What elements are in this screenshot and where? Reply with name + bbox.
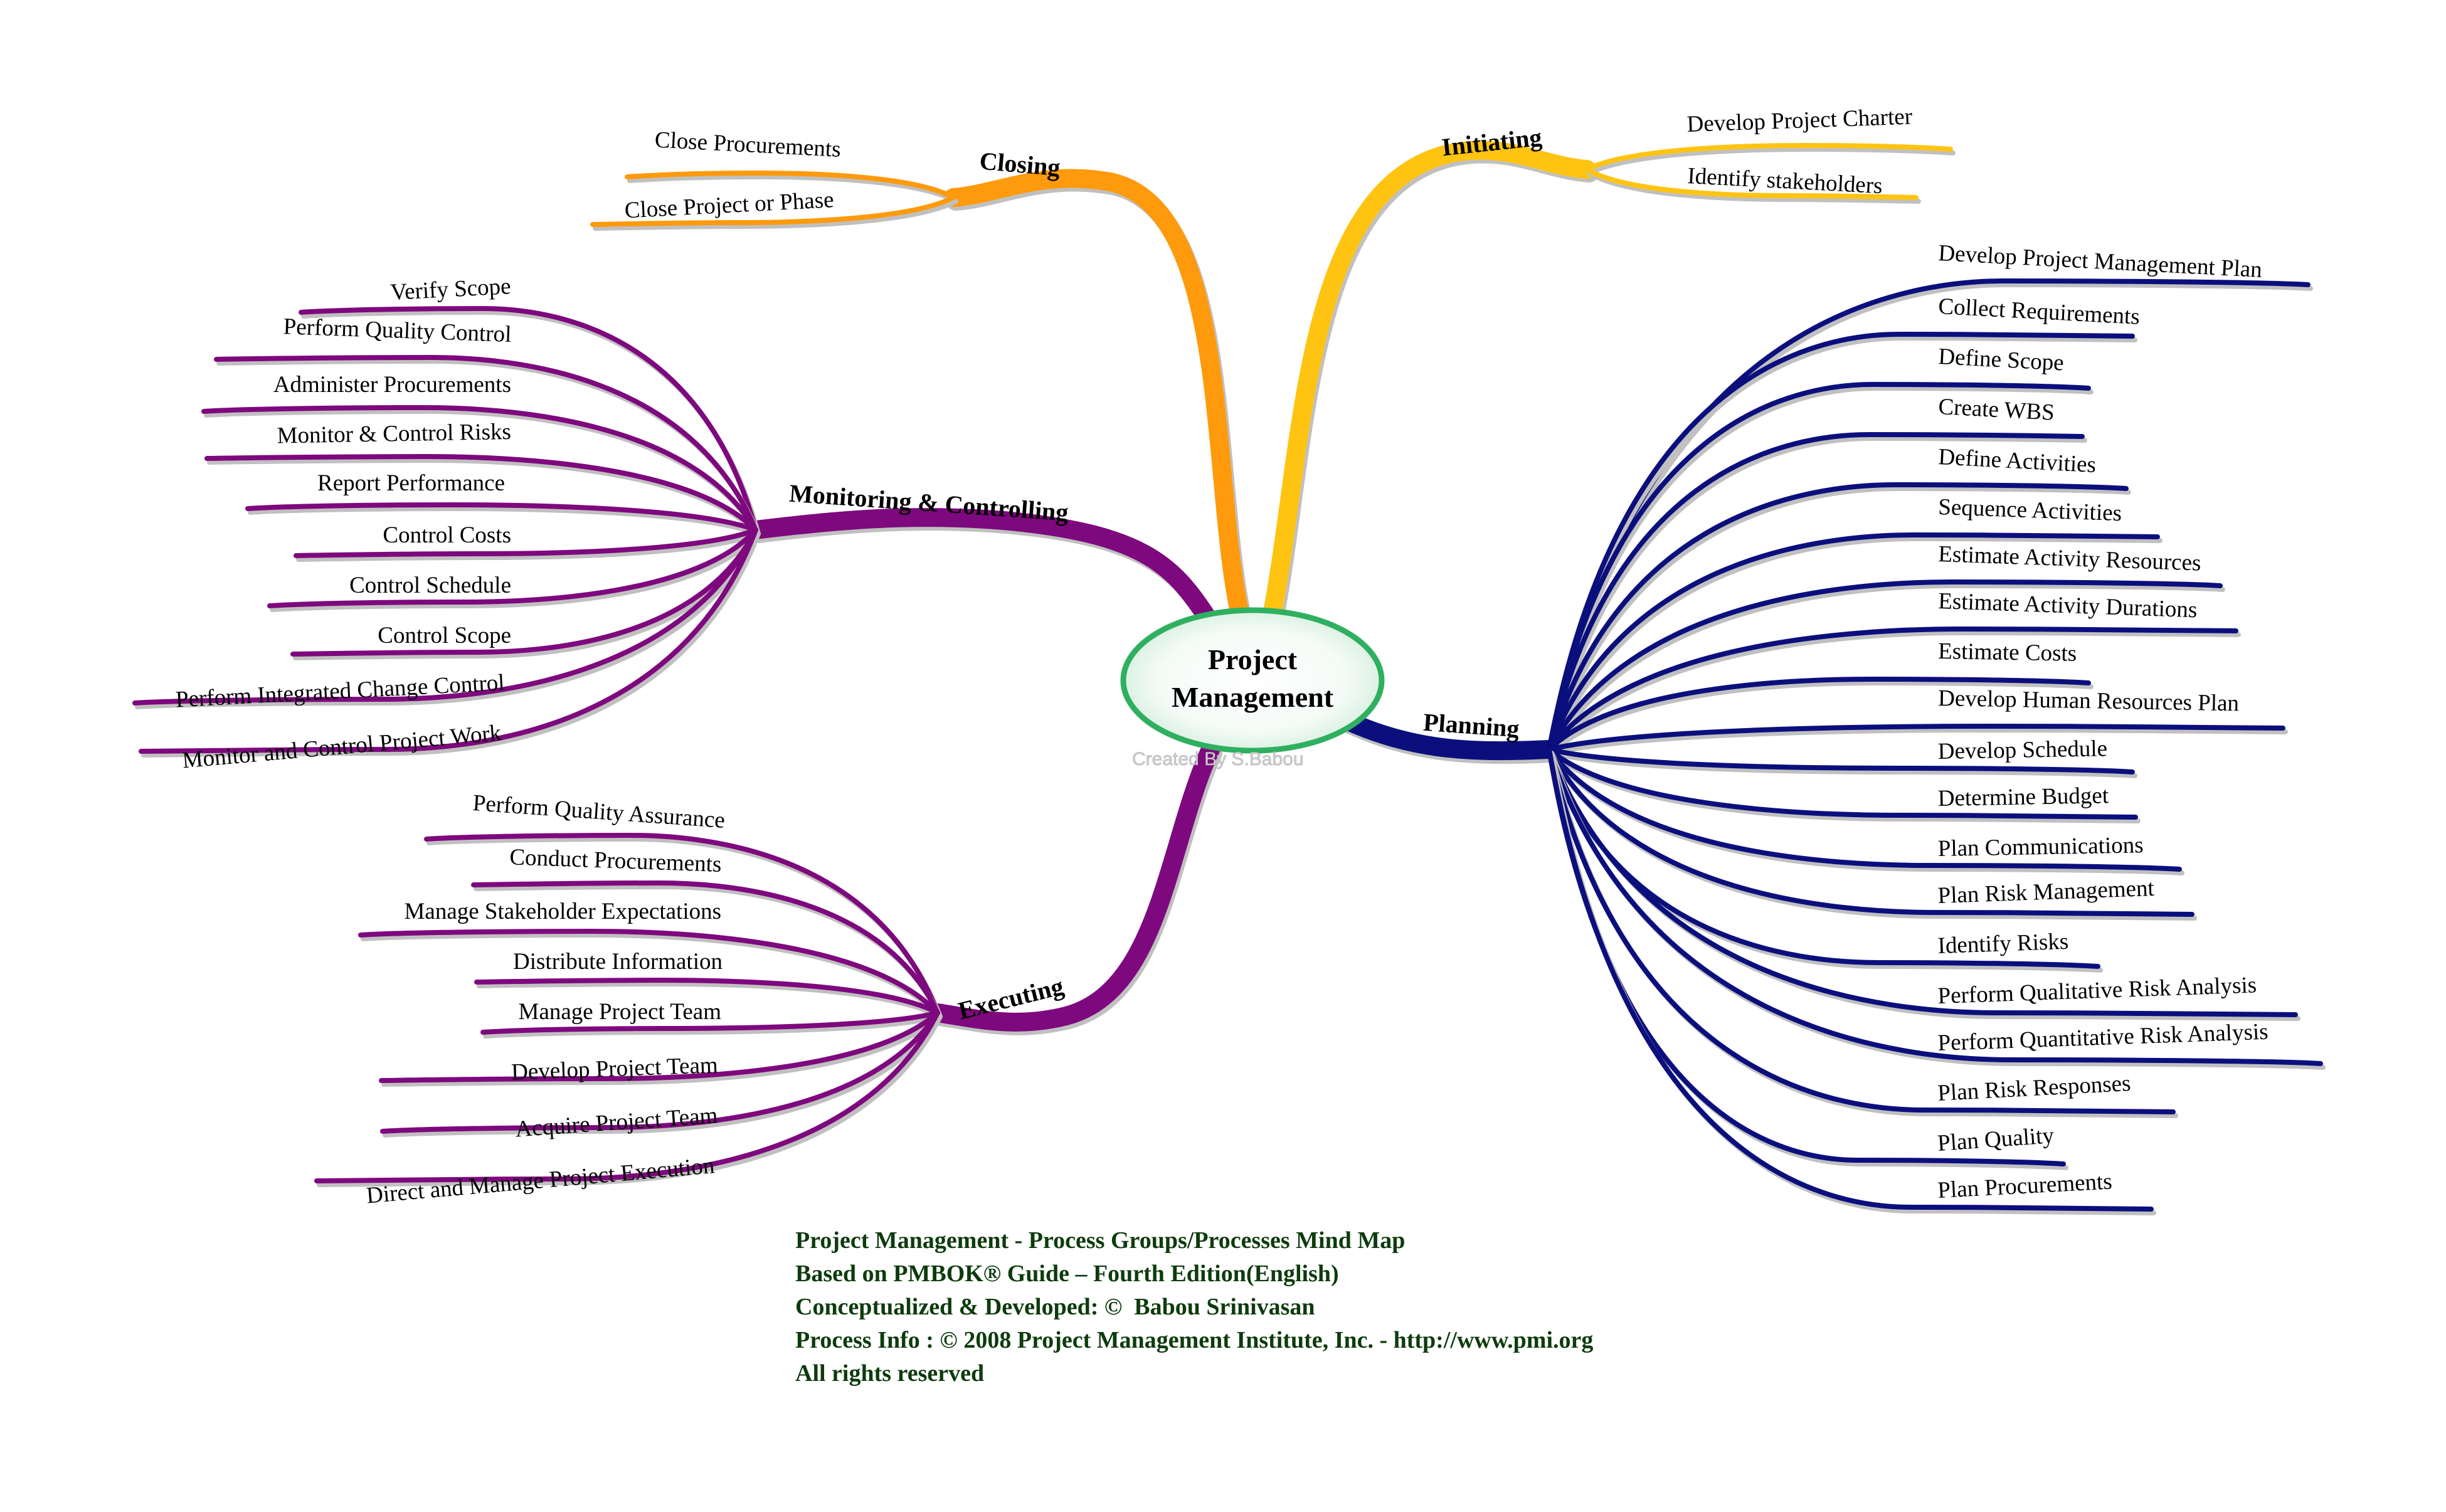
process-planning-item[interactable]: Plan Risk Responses xyxy=(1937,1071,2131,1106)
branch-label-closing[interactable]: Closing xyxy=(978,147,1061,182)
process-executing-item[interactable]: Conduct Procurements xyxy=(509,844,722,877)
process-executing-item[interactable]: Distribute Information xyxy=(513,949,723,975)
process-closing-item[interactable]: Close Procurements xyxy=(654,127,842,162)
process-monitoring-item[interactable]: Monitor & Control Risks xyxy=(277,419,511,449)
process-monitoring-item[interactable]: Verify Scope xyxy=(389,273,511,305)
footer-line-copyright: Process Info : © 2008 Project Management… xyxy=(795,1327,1594,1353)
process-closing-item[interactable]: Close Project or Phase xyxy=(624,187,835,223)
process-planning-item[interactable]: Perform Qualitative Risk Analysis xyxy=(1937,972,2257,1009)
process-planning-item[interactable]: Plan Procurements xyxy=(1937,1168,2112,1203)
watermark-text: Created By S.Babou xyxy=(1132,749,1304,769)
process-planning-item[interactable]: Sequence Activities xyxy=(1938,494,2122,526)
process-planning-item[interactable]: Plan Communications xyxy=(1937,832,2144,862)
footer-line-source: Based on PMBOK® Guide – Fourth Edition(E… xyxy=(795,1261,1339,1287)
footer-credits: Project Management - Process Groups/Proc… xyxy=(795,1224,1593,1390)
process-executing-item[interactable]: Perform Quality Assurance xyxy=(472,790,726,833)
process-executing-item[interactable]: Manage Stakeholder Expectations xyxy=(405,899,722,924)
process-monitoring-item[interactable]: Administer Procurements xyxy=(273,372,511,398)
leaf-connector-monitoring xyxy=(267,527,758,608)
process-monitoring-item[interactable]: Control Costs xyxy=(383,522,511,548)
process-planning-item[interactable]: Estimate Costs xyxy=(1938,638,2077,667)
process-planning-item[interactable]: Define Activities xyxy=(1938,444,2097,478)
process-monitoring-item[interactable]: Monitor and Control Project Work xyxy=(181,720,502,773)
process-executing-item[interactable]: Acquire Project Team xyxy=(514,1102,719,1142)
process-planning-item[interactable]: Plan Risk Management xyxy=(1937,875,2155,909)
process-planning-item[interactable]: Develop Schedule xyxy=(1937,736,2107,764)
process-monitoring-item[interactable]: Control Scope xyxy=(378,623,511,648)
leaf-connector-monitoring xyxy=(294,527,758,558)
process-monitoring-item[interactable]: Perform Quality Control xyxy=(283,314,512,347)
footer-line-title: Project Management - Process Groups/Proc… xyxy=(795,1227,1406,1254)
central-topic-ellipse[interactable] xyxy=(1120,607,1385,754)
process-planning-item[interactable]: Develop Human Resources Plan xyxy=(1938,685,2240,716)
process-planning-item[interactable]: Identify Risks xyxy=(1937,929,2069,959)
process-planning-item[interactable]: Plan Quality xyxy=(1937,1123,2055,1156)
process-monitoring-item[interactable]: Control Schedule xyxy=(349,573,511,598)
process-planning-item[interactable]: Estimate Activity Resources xyxy=(1938,541,2201,576)
process-planning-item[interactable]: Determine Budget xyxy=(1937,783,2109,812)
process-monitoring-item[interactable]: Report Performance xyxy=(317,470,505,496)
central-topic-line2: Management xyxy=(1172,681,1334,713)
process-planning-item[interactable]: Define Scope xyxy=(1938,344,2065,376)
process-executing-item[interactable]: Direct and Manage Project Execution xyxy=(365,1153,715,1208)
process-planning-item[interactable]: Create WBS xyxy=(1938,394,2055,426)
footer-line-author: Conceptualized & Developed: © Babou Srin… xyxy=(795,1294,1315,1320)
central-topic-line1: Project xyxy=(1208,643,1298,675)
process-planning-item[interactable]: Perform Quantitative Risk Analysis xyxy=(1937,1019,2269,1056)
branch-connector-monitoring-shadow xyxy=(749,512,1219,631)
branch-connectors xyxy=(746,140,1599,1035)
process-planning-item[interactable]: Estimate Activity Durations xyxy=(1938,588,2198,623)
process-planning-item[interactable]: Collect Requirements xyxy=(1938,293,2141,330)
footer-line-rights: All rights reserved xyxy=(795,1360,985,1387)
branch-connector-initiating-shadow xyxy=(1266,144,1599,621)
process-initiating-item[interactable]: Develop Project Charter xyxy=(1686,103,1913,137)
process-planning-item[interactable]: Develop Project Management Plan xyxy=(1938,240,2263,283)
branch-connector-executing xyxy=(928,740,1220,1032)
process-executing-item[interactable]: Manage Project Team xyxy=(519,999,722,1025)
process-monitoring-item[interactable]: Perform Integrated Change Control xyxy=(175,670,505,712)
leaf-connector-executing xyxy=(314,1010,940,1183)
central-topic[interactable]: Project Management xyxy=(1120,607,1385,754)
